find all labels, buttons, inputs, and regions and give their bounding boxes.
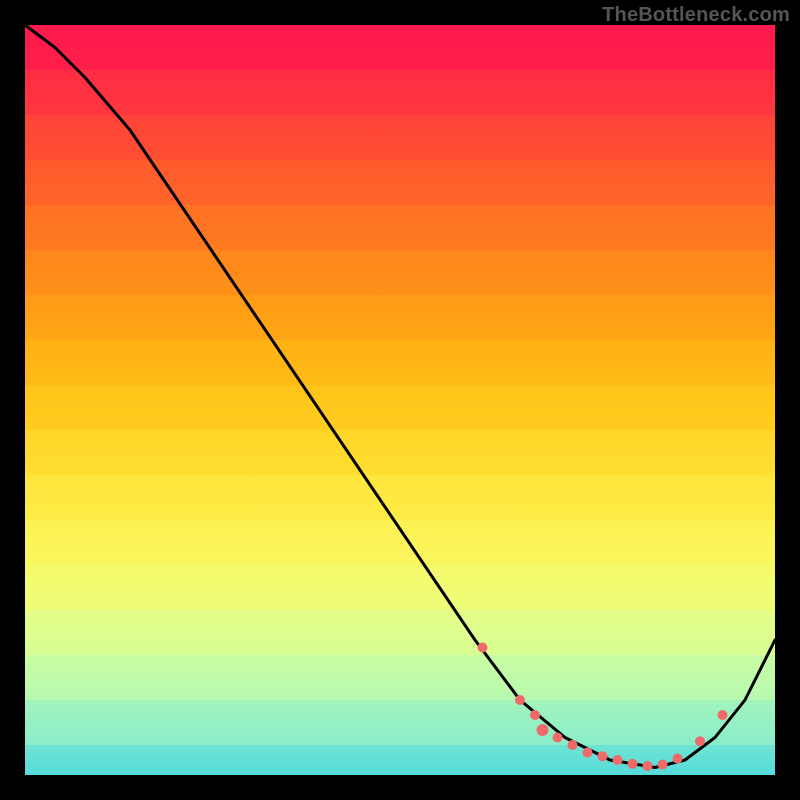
dot <box>553 733 563 743</box>
dot <box>530 710 540 720</box>
dot <box>613 755 623 765</box>
dot <box>695 736 705 746</box>
dot <box>478 643 488 653</box>
dot <box>658 760 668 770</box>
dot <box>537 724 549 736</box>
dot <box>628 759 638 769</box>
watermark-text: TheBottleneck.com <box>602 4 790 27</box>
dot <box>598 751 608 761</box>
highlight-dots <box>478 643 728 772</box>
dot <box>515 695 525 705</box>
dot <box>568 740 578 750</box>
dot <box>583 748 593 758</box>
dot <box>718 710 728 720</box>
dot <box>673 754 683 764</box>
chart-frame: TheBottleneck.com <box>0 0 800 800</box>
bottleneck-curve <box>25 25 775 768</box>
dot <box>643 761 653 771</box>
chart-overlay <box>25 25 775 775</box>
